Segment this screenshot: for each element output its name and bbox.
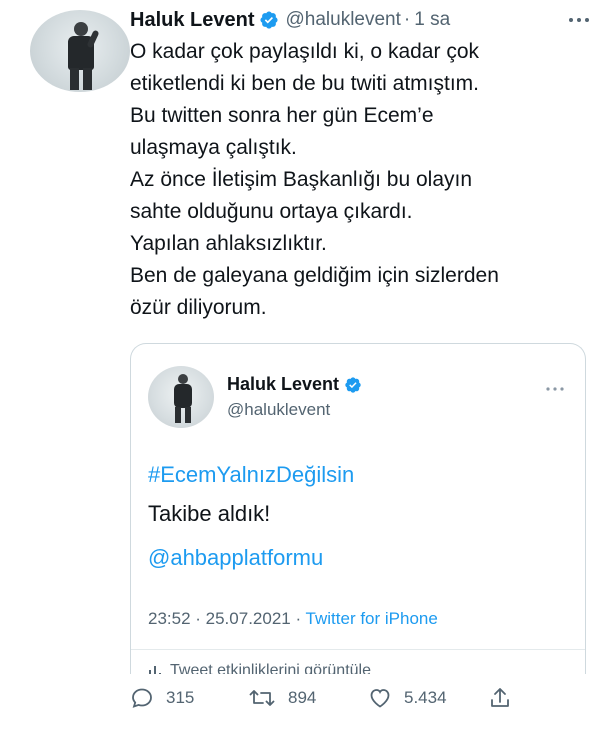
retweet-button[interactable]: 894	[248, 686, 316, 710]
quoted-hashtag-link[interactable]: #EcemYalnızDeğilsin	[148, 462, 354, 488]
share-button[interactable]	[488, 686, 524, 710]
tweet-line: etiketlendi ki ben de bu twiti atmıştım.	[130, 72, 479, 95]
quoted-author-handle[interactable]: @haluklevent	[227, 400, 330, 420]
tweet-text: O kadar çok paylaşıldı ki, o kadar çok e…	[130, 36, 600, 324]
author-name[interactable]: Haluk Levent	[130, 9, 254, 32]
tweet-actions: 315 894 5.434	[130, 686, 530, 716]
divider	[131, 649, 585, 650]
retweet-count: 894	[288, 688, 317, 707]
tweet-line: sahte olduğunu ortaya çıkardı.	[130, 200, 413, 223]
quoted-tweet-text: Takibe aldık!	[148, 501, 271, 526]
tweet-line: Ben de galeyana geldiğim için sizlerden	[130, 264, 499, 287]
more-dots-icon[interactable]	[565, 12, 593, 28]
share-icon	[491, 688, 509, 707]
tweet-activity-label: Tweet etkinliklerini görüntüle	[170, 662, 371, 674]
quoted-mention-link[interactable]: @ahbapplatformu	[148, 545, 323, 571]
tweet-line: O kadar çok paylaşıldı ki, o kadar çok	[130, 40, 479, 63]
like-count: 5.434	[404, 688, 447, 707]
tweet-line: Yapılan ahlaksızlıktır.	[130, 232, 327, 255]
like-button[interactable]: 5.434	[368, 686, 447, 710]
tweet-line: ulaşmaya çalıştık.	[130, 136, 297, 159]
tweet-time[interactable]: 1 sa	[414, 9, 450, 31]
verified-badge-icon	[260, 11, 279, 29]
quoted-name-row: Haluk Levent	[227, 374, 362, 395]
quoted-author-avatar[interactable]	[148, 366, 214, 428]
author-handle[interactable]: @haluklevent	[285, 9, 400, 31]
tweet-header: Haluk Levent @haluklevent · 1 sa	[130, 6, 450, 34]
more-dots-icon[interactable]	[543, 382, 567, 396]
quoted-source-link[interactable]: Twitter for iPhone	[306, 609, 438, 628]
tweet-line: özür diliyorum.	[130, 296, 267, 319]
heart-icon	[370, 689, 390, 708]
verified-badge-icon	[345, 376, 361, 393]
retweet-icon	[249, 690, 275, 706]
quoted-timestamp-row: 23:52 · 25.07.2021 · Twitter for iPhone	[148, 609, 438, 629]
quoted-tweet[interactable]: Haluk Levent @haluklevent #EcemYalnızDeğ…	[130, 343, 586, 674]
bar-chart-icon	[149, 666, 161, 674]
quoted-datetime[interactable]: 23:52 · 25.07.2021 ·	[148, 609, 306, 628]
tweet-activity-link[interactable]: Tweet etkinliklerini görüntüle	[148, 662, 371, 674]
reply-count: 315	[166, 688, 195, 707]
dot-separator: ·	[403, 9, 411, 30]
reply-icon	[132, 688, 152, 708]
tweet-line: Bu twitten sonra her gün Ecem’e	[130, 104, 434, 127]
tweet-line: Az önce İletişim Başkanlığı bu olayın	[130, 168, 473, 191]
tweet: Haluk Levent @haluklevent · 1 sa O kadar…	[0, 0, 616, 733]
reply-button[interactable]: 315	[130, 686, 194, 710]
quoted-author-name[interactable]: Haluk Levent	[227, 374, 339, 395]
author-avatar[interactable]	[30, 10, 130, 92]
